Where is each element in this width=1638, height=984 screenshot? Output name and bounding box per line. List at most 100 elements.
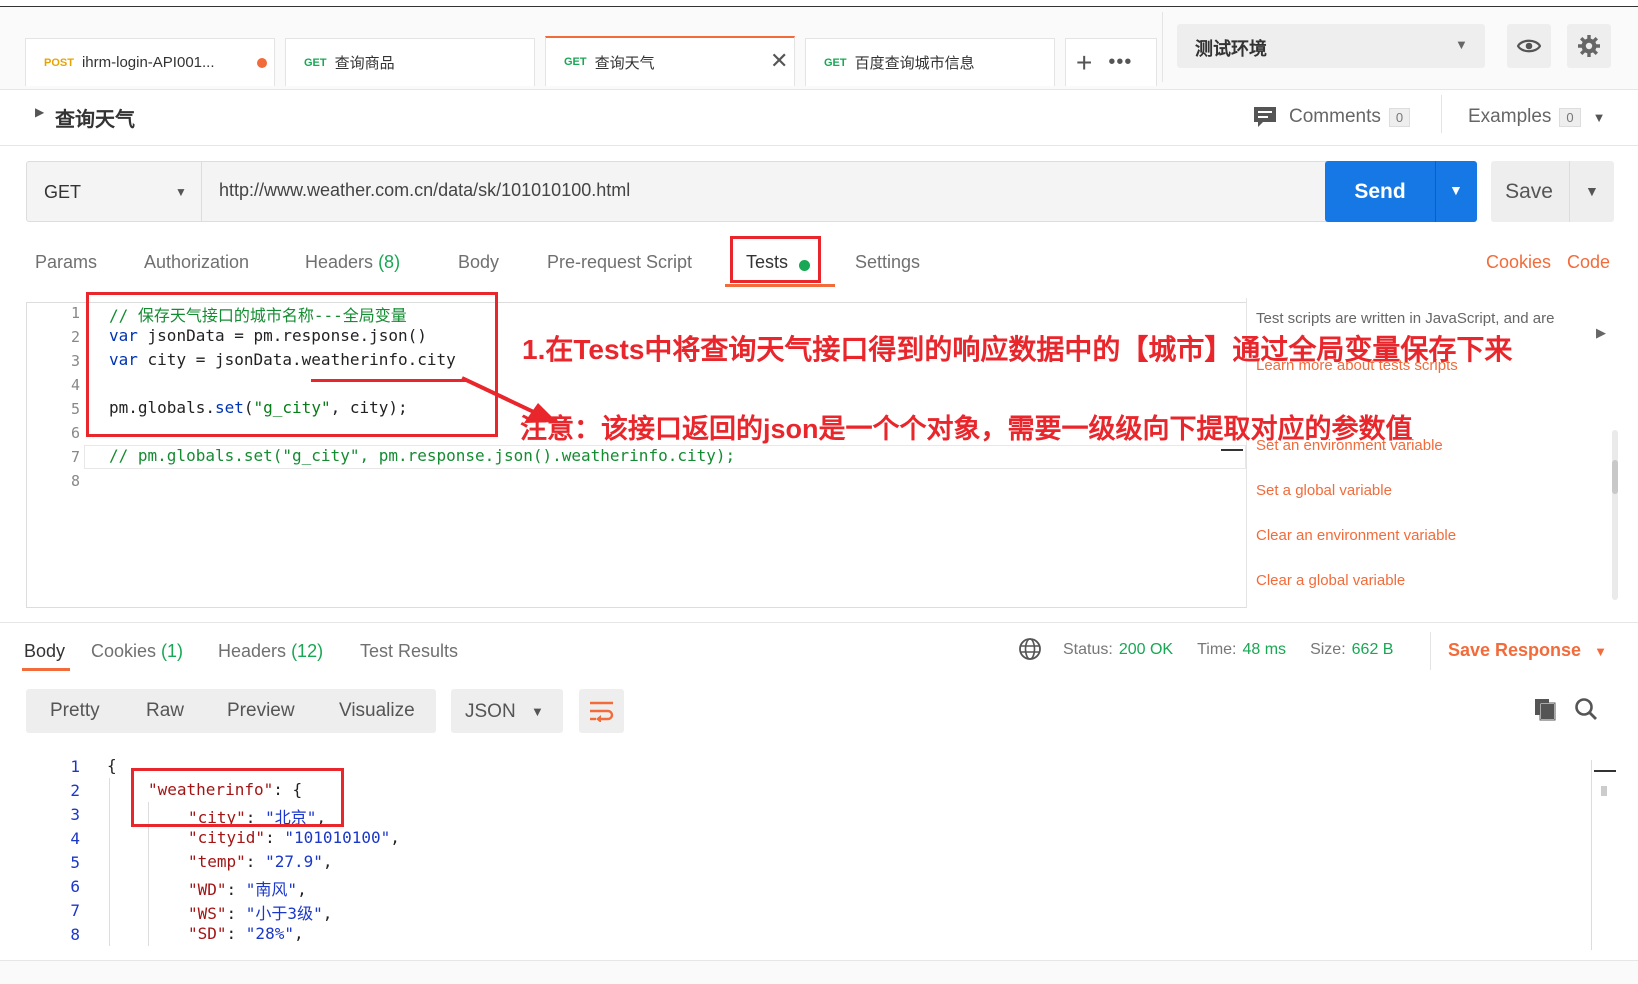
environment-quick-look[interactable] <box>1507 24 1551 68</box>
environment-label: 测试环境 <box>1195 39 1267 59</box>
snippets-scrollbar[interactable] <box>1612 430 1618 600</box>
save-options-icon[interactable]: ▼ <box>1585 183 1599 199</box>
tab-ihrm-login[interactable]: POST ihrm-login-API001... <box>25 38 275 86</box>
expand-snippets-icon[interactable]: ▶ <box>1596 325 1606 341</box>
scroll-marker <box>1221 449 1243 451</box>
tab-settings[interactable]: Settings <box>855 252 920 273</box>
line-number: 7 <box>70 901 80 920</box>
globe-icon[interactable] <box>1018 637 1042 661</box>
response-tab-body[interactable]: Body <box>24 641 65 662</box>
divider <box>1162 12 1163 82</box>
status-value: 200 OK <box>1118 641 1174 658</box>
scrollbar-thumb[interactable] <box>1612 460 1618 494</box>
code-link[interactable]: Code <box>1567 252 1610 273</box>
request-name[interactable]: 查询天气 <box>55 103 135 132</box>
status-label: Status: <box>1063 641 1113 658</box>
response-cookies-label: Cookies <box>91 641 157 661</box>
json-line-7: "WS": "小于3级", <box>188 904 333 923</box>
annotation-box-code <box>86 292 498 437</box>
response-headers-count: (12) <box>291 641 324 661</box>
response-cookies-count: (1) <box>161 641 184 661</box>
response-tab-cookies[interactable]: Cookies (1) <box>91 641 183 662</box>
size-label: Size: <box>1310 641 1346 658</box>
url-input[interactable]: http://www.weather.com.cn/data/sk/101010… <box>219 180 630 201</box>
response-scrollbar-track[interactable] <box>1591 760 1592 950</box>
send-button[interactable]: Send <box>1325 161 1435 222</box>
tab-method: GET <box>304 56 327 69</box>
chevron-down-icon: ▼ <box>1592 109 1606 125</box>
response-meta: Status: 200 OK Time: 48 ms Size: 662 B <box>1063 641 1393 659</box>
send-button-group: Send ▼ <box>1325 161 1477 222</box>
annotation-box-tests-tab <box>730 236 821 283</box>
code-line-7: // pm.globals.set("g_city", pm.response.… <box>109 446 736 465</box>
line-number: 8 <box>70 472 80 490</box>
tab-query-weather[interactable]: GET 查询天气 ✕ <box>545 36 795 86</box>
line-number: 8 <box>70 925 80 944</box>
examples-button[interactable]: Examples 0 ▼ <box>1468 102 1606 132</box>
snippet-set-global-var[interactable]: Set a global variable <box>1256 482 1392 499</box>
search-icon[interactable] <box>1574 697 1598 721</box>
active-tab-indicator <box>22 668 70 671</box>
time-label: Time: <box>1197 641 1237 658</box>
save-response-label: Save Response <box>1448 640 1582 660</box>
tab-title: ihrm-login-API001... <box>81 54 215 71</box>
method-label: GET <box>44 182 82 202</box>
save-response-button[interactable]: Save Response ▼ <box>1448 640 1607 661</box>
tab-prerequest-script[interactable]: Pre-request Script <box>547 252 692 273</box>
annotation-box-city <box>131 768 344 827</box>
chevron-down-icon: ▼ <box>1455 37 1468 52</box>
tab-body[interactable]: Body <box>458 252 499 273</box>
tab-method: GET <box>824 56 847 69</box>
wrap-lines-button[interactable] <box>579 689 624 733</box>
tab-authorization[interactable]: Authorization <box>144 252 249 273</box>
save-button-group: Save ▼ <box>1491 161 1614 222</box>
line-number: 1 <box>70 757 80 776</box>
method-select[interactable]: GET ▼ <box>27 162 202 221</box>
close-icon[interactable]: ✕ <box>770 48 788 74</box>
format-select[interactable]: JSON ▼ <box>451 689 563 733</box>
response-tab-headers[interactable]: Headers (12) <box>218 641 323 662</box>
divider <box>0 89 1638 90</box>
view-pretty[interactable]: Pretty <box>50 689 100 733</box>
tab-query-goods[interactable]: GET 查询商品 <box>285 38 535 86</box>
line-number: 4 <box>70 376 80 394</box>
tab-headers[interactable]: Headers (8) <box>305 252 400 273</box>
snippet-clear-env-var[interactable]: Clear an environment variable <box>1256 527 1456 544</box>
json-key: "cityid" <box>188 828 266 847</box>
tab-params[interactable]: Params <box>35 252 97 273</box>
new-tab-icon[interactable]: + <box>1076 47 1092 79</box>
caret-right-icon[interactable]: ▶ <box>35 105 44 119</box>
more-icon[interactable]: ••• <box>1108 51 1132 74</box>
response-headers-label: Headers <box>218 641 287 661</box>
divider <box>1430 632 1431 670</box>
snippet-clear-global-var[interactable]: Clear a global variable <box>1256 572 1405 589</box>
json-value: "小于3级" <box>245 904 323 923</box>
line-number: 4 <box>70 829 80 848</box>
comments-button[interactable]: Comments 0 <box>1253 102 1411 132</box>
json-line-8: "SD": "28%", <box>188 924 304 943</box>
save-button[interactable]: Save <box>1491 161 1567 222</box>
copy-icon[interactable] <box>1533 697 1557 721</box>
tab-baidu-city[interactable]: GET 百度查询城市信息 <box>805 38 1055 86</box>
view-preview[interactable]: Preview <box>227 689 295 733</box>
line-number: 1 <box>70 304 80 322</box>
json-key: "WS" <box>188 904 227 923</box>
response-tab-test-results[interactable]: Test Results <box>360 641 458 662</box>
examples-count-badge: 0 <box>1559 107 1581 127</box>
examples-label: Examples <box>1468 106 1552 127</box>
json-key: "WD" <box>188 880 227 899</box>
tab-title: 查询商品 <box>334 55 395 72</box>
view-visualize[interactable]: Visualize <box>339 689 415 733</box>
manage-environments[interactable] <box>1567 24 1611 68</box>
annotation-underline <box>311 379 469 382</box>
send-options-icon[interactable]: ▼ <box>1449 182 1463 198</box>
scrollbar-thumb[interactable] <box>1601 786 1607 796</box>
environment-selector[interactable]: 测试环境 ▼ <box>1177 24 1485 68</box>
divider <box>1435 161 1436 222</box>
cookies-link[interactable]: Cookies <box>1486 252 1551 273</box>
eye-icon <box>1517 39 1541 53</box>
view-raw[interactable]: Raw <box>146 689 184 733</box>
divider <box>0 622 1638 623</box>
url-bar: GET ▼ http://www.weather.com.cn/data/sk/… <box>26 161 1338 222</box>
json-value: "101010100" <box>284 828 391 847</box>
